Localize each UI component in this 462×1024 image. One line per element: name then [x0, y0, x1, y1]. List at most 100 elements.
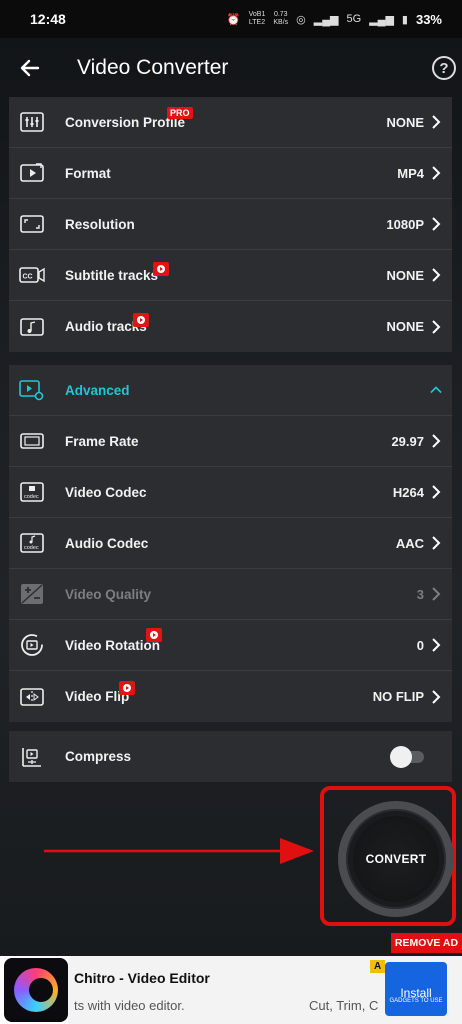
resolution-icon	[19, 213, 45, 235]
row-video-quality[interactable]: Video Quality 3	[9, 569, 452, 620]
pro-badge: PRO	[167, 107, 193, 119]
row-label: Video Quality	[65, 586, 152, 602]
convert-button[interactable]: CONVERT	[338, 801, 454, 917]
speed-label: 0.73 KB/s	[273, 11, 289, 26]
chevron-right-icon	[430, 217, 442, 231]
compress-group: Compress	[9, 731, 452, 782]
equalizer-icon	[19, 111, 45, 133]
advanced-header[interactable]: Advanced	[9, 365, 452, 416]
row-audio-codec[interactable]: codec Audio Codec AAC	[9, 518, 452, 569]
row-label: Compress	[65, 749, 132, 764]
row-value: NO FLIP	[372, 689, 424, 704]
row-video-rotation[interactable]: Video Rotation 0	[9, 620, 452, 671]
alarm-icon: ⏰	[226, 13, 241, 26]
ad-description-2: Cut, Trim, C	[309, 998, 379, 1013]
video-format-icon	[19, 162, 45, 184]
subtitle-icon: CC	[19, 264, 45, 286]
video-ad-badge	[133, 313, 149, 327]
chevron-right-icon	[430, 587, 442, 601]
play-icon	[137, 316, 145, 324]
install-button[interactable]: Install	[385, 962, 447, 1016]
row-label: Format	[65, 165, 111, 181]
video-ad-badge	[153, 262, 169, 276]
chevron-right-icon	[430, 536, 442, 550]
chevron-right-icon	[430, 434, 442, 448]
row-format[interactable]: Format MP4	[9, 148, 452, 199]
hotspot-icon: ◎	[296, 13, 306, 26]
network-label: VoB1 LTE2	[248, 11, 266, 26]
compress-icon	[19, 746, 45, 768]
audio-codec-icon: codec	[19, 532, 45, 554]
play-icon	[123, 684, 131, 692]
row-value: H264	[392, 484, 424, 500]
frame-rate-icon	[19, 430, 45, 452]
chevron-right-icon	[430, 689, 442, 704]
page-title: Video Converter	[77, 56, 229, 79]
help-button[interactable]: ?	[432, 56, 456, 80]
row-label: Audio Codec	[65, 535, 149, 551]
signal-icon: ▂▄▆	[313, 13, 339, 26]
question-icon: ?	[439, 59, 449, 77]
convert-label: CONVERT	[353, 816, 439, 902]
row-label: Video Codec	[65, 484, 147, 500]
row-video-codec[interactable]: codec Video Codec H264	[9, 467, 452, 518]
chevron-right-icon	[430, 638, 442, 652]
svg-text:codec: codec	[24, 545, 39, 551]
basic-settings-group: Conversion Profile PRO NONE Format MP4 R…	[9, 97, 452, 352]
arrow-left-icon	[20, 59, 40, 77]
ad-banner[interactable]: Chitro - Video Editor ts with video edit…	[0, 956, 462, 1024]
ad-label-badge: A	[370, 960, 386, 973]
status-time: 12:48	[30, 11, 66, 27]
row-value: 1080P	[386, 216, 424, 232]
row-subtitle-tracks[interactable]: CC Subtitle tracks NONE	[9, 250, 452, 301]
play-icon	[157, 265, 165, 273]
row-label: Subtitle tracks	[65, 267, 159, 283]
status-bar: 12:48 ⏰ VoB1 LTE2 0.73 KB/s ◎ ▂▄▆ 5G ▂▄▆…	[0, 0, 462, 38]
advanced-settings-group: Advanced Frame Rate 29.97 codec Video Co…	[9, 365, 452, 722]
svg-text:codec: codec	[24, 494, 39, 500]
flip-icon	[19, 686, 45, 708]
chevron-right-icon	[430, 268, 442, 282]
rotation-icon	[19, 634, 45, 656]
row-conversion-profile[interactable]: Conversion Profile PRO NONE	[9, 97, 452, 148]
video-codec-icon: codec	[19, 481, 45, 503]
compress-toggle[interactable]	[390, 745, 424, 768]
row-resolution[interactable]: Resolution 1080P	[9, 199, 452, 250]
network-type: 5G	[346, 13, 362, 25]
play-icon	[150, 631, 158, 639]
row-value: AAC	[395, 535, 424, 551]
ad-content: Chitro - Video Editor ts with video edit…	[68, 956, 462, 1024]
chevron-right-icon	[430, 485, 442, 499]
row-value: NONE	[386, 319, 424, 334]
row-compress[interactable]: Compress	[9, 731, 452, 782]
advanced-label: Advanced	[65, 382, 130, 398]
row-value: 3	[416, 586, 424, 602]
chevron-right-icon	[430, 115, 442, 129]
video-ad-badge	[119, 681, 135, 695]
battery-icon: ▮	[401, 13, 408, 26]
advanced-settings-icon	[19, 379, 45, 401]
ad-title: Chitro - Video Editor	[74, 970, 210, 986]
row-label: Frame Rate	[65, 433, 139, 449]
svg-text:CC: CC	[23, 274, 33, 281]
audio-track-icon	[19, 316, 45, 338]
row-value: 0	[416, 637, 424, 653]
chevron-up-icon	[430, 383, 442, 397]
row-value: MP4	[397, 165, 424, 181]
video-ad-badge	[146, 628, 162, 642]
back-button[interactable]	[18, 56, 42, 80]
convert-highlight-box: CONVERT	[320, 786, 456, 926]
row-value: NONE	[386, 114, 424, 130]
chevron-right-icon	[430, 319, 442, 334]
row-frame-rate[interactable]: Frame Rate 29.97	[9, 416, 452, 467]
toggle-knob	[390, 745, 412, 768]
row-audio-tracks[interactable]: Audio tracks NONE	[9, 301, 452, 352]
row-value: 29.97	[391, 433, 424, 449]
app-logo-icon	[4, 958, 68, 1022]
row-video-flip[interactable]: Video Flip NO FLIP	[9, 671, 452, 722]
row-label: Resolution	[65, 216, 135, 232]
remove-ad-button[interactable]: REMOVE AD	[391, 933, 462, 953]
red-arrow-annotation	[44, 838, 314, 864]
app-header: Video Converter ?	[0, 38, 462, 98]
watermark: GADGETS TO USE	[389, 998, 443, 1004]
